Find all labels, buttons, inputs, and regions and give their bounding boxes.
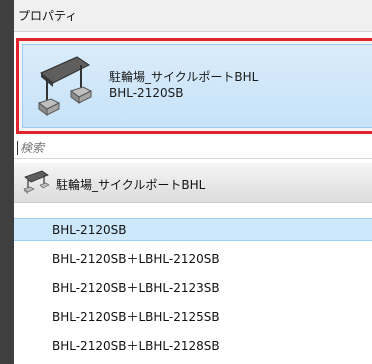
type-list: BHL-2120SB BHL-2120SB＋LBHL-2120SB BHL-21… — [14, 218, 372, 363]
type-name: BHL-2120SB — [109, 86, 184, 100]
type-family-name: 駐輪場_サイクルポートBHL — [109, 70, 259, 84]
type-list-item[interactable]: BHL-2120SB — [14, 218, 372, 241]
type-search-box[interactable] — [14, 137, 372, 159]
type-list-item[interactable]: BHL-2120SB＋LBHL-2120SB — [14, 247, 372, 270]
type-list-item-label: BHL-2120SB — [52, 222, 127, 237]
family-group-header[interactable]: 駐輪場_サイクルポートBHL — [14, 163, 372, 203]
panel-title: プロパティ — [18, 9, 78, 23]
family-group-label: 駐輪場_サイクルポートBHL — [56, 178, 206, 192]
type-list-item[interactable]: BHL-2120SB＋LBHL-2128SB — [14, 334, 372, 357]
type-list-item-label: BHL-2120SB＋LBHL-2128SB — [52, 339, 220, 353]
panel-titlebar: プロパティ — [14, 0, 372, 32]
type-selector-dropdown[interactable]: 駐輪場_サイクルポートBHL BHL-2120SB — [16, 38, 372, 134]
text-caret — [17, 140, 18, 155]
search-input[interactable] — [20, 140, 320, 155]
bicycle-shelter-family-icon — [23, 170, 50, 194]
bicycle-shelter-preview-icon — [37, 56, 93, 116]
type-selector-text: 駐輪場_サイクルポートBHL BHL-2120SB — [109, 69, 258, 101]
type-list-item-label: BHL-2120SB＋LBHL-2123SB — [52, 281, 220, 295]
type-list-item-label: BHL-2120SB＋LBHL-2125SB — [52, 310, 220, 324]
type-list-item[interactable]: BHL-2120SB＋LBHL-2123SB — [14, 276, 372, 299]
properties-panel: プロパティ 駐輪場_サイクルポートBHL BHL-2120SB 検索 駐輪場_サ… — [14, 0, 372, 364]
left-edge-panel — [0, 0, 14, 364]
type-list-item[interactable]: BHL-2120SB＋LBHL-2125SB — [14, 305, 372, 328]
type-list-item-label: BHL-2120SB＋LBHL-2120SB — [52, 252, 220, 266]
